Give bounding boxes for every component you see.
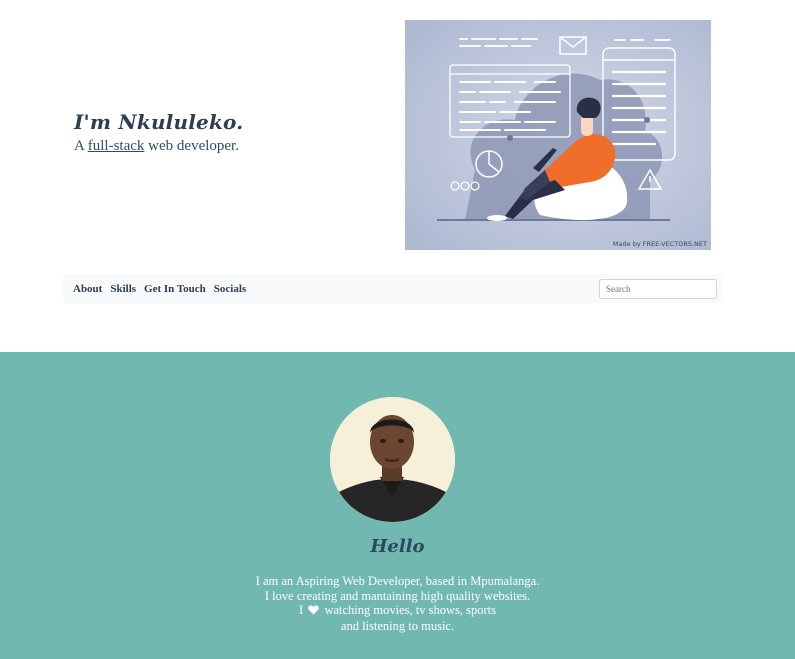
about-heading: Hello <box>370 536 425 557</box>
nav-link-about[interactable]: About <box>73 283 102 295</box>
about-section: Hello I am an Aspiring Web Developer, ba… <box>0 352 795 659</box>
nav-link-skills[interactable]: Skills <box>110 283 136 295</box>
nav-link-get-in-touch[interactable]: Get In Touch <box>144 283 206 295</box>
heart-icon <box>308 604 320 619</box>
bio-line-3-prefix: I <box>299 603 304 618</box>
hero-illustration: Made by FREE-VECTORS.NET <box>405 20 711 250</box>
hero-subtitle: A full-stack web developer. <box>74 138 243 155</box>
hero-intro: I'm Nkululeko. A full-stack web develope… <box>74 110 243 155</box>
hero-subtitle-suffix: web developer. <box>144 138 239 154</box>
hero-title: I'm Nkululeko. <box>74 110 244 134</box>
avatar <box>330 397 455 522</box>
illustration-credit: Made by FREE-VECTORS.NET <box>613 240 707 248</box>
search-input[interactable] <box>599 279 717 299</box>
bio-line: I am an Aspiring Web Developer, based in… <box>255 574 540 588</box>
hero-subtitle-prefix: A <box>74 138 88 154</box>
nav-link-socials[interactable]: Socials <box>214 283 246 295</box>
bio-line: I love creating and mantaining high qual… <box>264 588 531 603</box>
full-stack-link[interactable]: full-stack <box>88 138 145 154</box>
bio-line: I watching movies, tv shows, sports <box>0 603 795 619</box>
bio: I am an Aspiring Web Developer, based in… <box>0 574 795 633</box>
bio-line: and listening to music. <box>340 618 455 633</box>
navbar: About Skills Get In Touch Socials <box>63 274 723 303</box>
bio-line-3-suffix: watching movies, tv shows, sports <box>324 603 496 618</box>
nav-links: About Skills Get In Touch Socials <box>73 283 254 295</box>
